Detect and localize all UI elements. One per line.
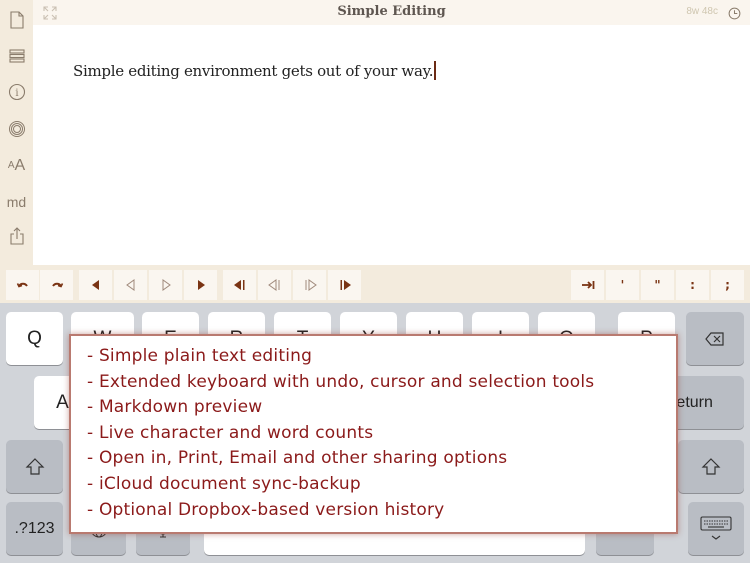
target-icon <box>8 120 25 137</box>
cursor-left-button[interactable] <box>114 270 147 300</box>
select-word-right-button[interactable] <box>328 270 361 300</box>
feature-list: - Simple plain text editing - Extended k… <box>87 344 676 523</box>
feature-item: - Extended keyboard with undo, cursor an… <box>87 371 595 392</box>
info-button[interactable]: i <box>5 80 28 103</box>
font-size-button[interactable]: AA <box>5 154 28 177</box>
text-editor[interactable]: Simple editing environment gets out of y… <box>33 25 750 265</box>
keyboard-dismiss-icon <box>700 515 732 540</box>
outline-triangle-bar-right-icon <box>305 279 317 291</box>
select-char-left-button[interactable] <box>79 270 112 300</box>
editor-text: Simple editing environment gets out of y… <box>73 62 434 80</box>
font-size-icon: A <box>7 160 15 171</box>
share-button[interactable] <box>5 224 28 247</box>
word-left-button[interactable] <box>258 270 291 300</box>
semicolon-button[interactable]: ; <box>711 270 744 300</box>
filled-triangle-right-icon <box>197 280 205 290</box>
undo-button[interactable] <box>6 270 39 300</box>
title-bar: Simple Editing 8w 48c <box>33 0 750 25</box>
feature-item: - Simple plain text editing <box>87 346 313 366</box>
clock-icon <box>728 7 741 20</box>
redo-button[interactable] <box>40 270 73 300</box>
dismiss-keyboard-key[interactable] <box>688 502 744 555</box>
colon-button[interactable]: : <box>676 270 709 300</box>
font-size-icon-large: A <box>14 156 26 174</box>
share-icon <box>9 226 24 245</box>
feature-item: - Markdown preview <box>87 397 263 418</box>
document-icon <box>9 10 24 29</box>
word-char-count: 8w 48c <box>686 6 718 17</box>
feature-item: - iCloud document sync-backup <box>87 473 361 494</box>
sidebar: i AA md <box>0 0 33 265</box>
info-icon: i <box>8 83 25 100</box>
text-caret <box>434 61 437 80</box>
backspace-key[interactable] <box>686 312 744 365</box>
markdown-icon: md <box>6 193 27 210</box>
redo-icon <box>51 282 63 288</box>
feature-list-callout: - Simple plain text editing - Extended k… <box>69 334 678 534</box>
markdown-button[interactable]: md <box>5 190 28 213</box>
backspace-icon <box>705 331 724 346</box>
select-word-left-button[interactable] <box>223 270 256 300</box>
outline-triangle-bar-left-icon <box>267 279 279 291</box>
svg-text:i: i <box>15 88 18 99</box>
shift-icon <box>25 457 44 475</box>
focus-button[interactable] <box>5 117 28 140</box>
feature-item: - Live character and word counts <box>87 422 374 443</box>
apostrophe-button[interactable]: ' <box>606 270 639 300</box>
word-right-button[interactable] <box>293 270 326 300</box>
editor-content[interactable]: Simple editing environment gets out of y… <box>73 61 437 80</box>
filled-triangle-left-icon <box>91 280 99 290</box>
key-q[interactable]: Q <box>6 312 63 365</box>
quote-button[interactable]: " <box>641 270 674 300</box>
numbers-key[interactable]: .?123 <box>6 502 63 555</box>
history-button[interactable] <box>728 5 741 20</box>
outline-triangle-left-icon <box>125 279 134 291</box>
feature-item: - Optional Dropbox-based version history <box>87 499 445 520</box>
filled-triangle-bar-left-icon <box>233 280 244 290</box>
new-document-button[interactable] <box>5 8 28 31</box>
right-shift-key[interactable] <box>678 440 744 493</box>
tab-icon <box>581 281 594 289</box>
document-list-button[interactable] <box>5 44 28 67</box>
extended-keyboard-toolbar: ' " : ; <box>0 265 750 303</box>
feature-item: - Open in, Print, Email and other sharin… <box>87 448 508 469</box>
shift-icon <box>701 457 721 475</box>
filled-triangle-bar-right-icon <box>340 280 351 290</box>
select-char-right-button[interactable] <box>184 270 217 300</box>
cursor-right-button[interactable] <box>149 270 182 300</box>
app-window: i AA md Simple Editing 8w 48c Simple edi… <box>0 0 750 563</box>
left-shift-key[interactable] <box>6 440 63 493</box>
document-title: Simple Editing <box>337 4 446 19</box>
list-icon <box>8 48 25 63</box>
tab-button[interactable] <box>571 270 604 300</box>
undo-icon <box>16 282 28 288</box>
outline-triangle-right-icon <box>162 279 171 291</box>
